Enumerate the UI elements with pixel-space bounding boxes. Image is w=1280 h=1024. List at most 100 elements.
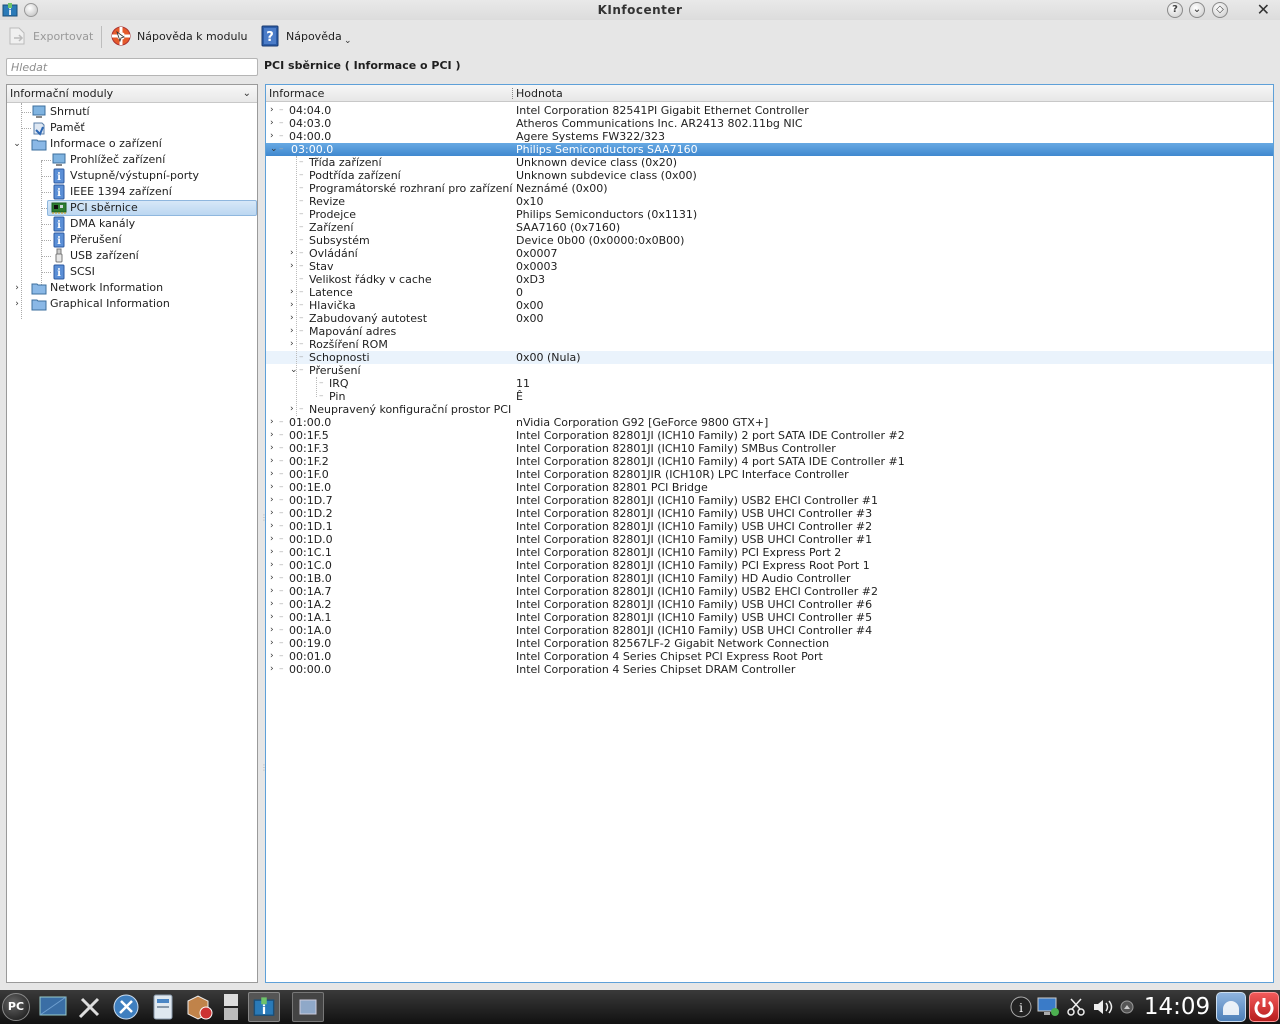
pci-device-row[interactable]: › –00:1F.2 Intel Corporation 82801JI (ICH1… — [266, 455, 1273, 468]
pci-property-row[interactable]: › – Ovládání 0x0007 — [266, 247, 1273, 260]
sidebar-item-pci-bus[interactable]: PCI sběrnice — [47, 200, 257, 216]
chevron-right-icon[interactable]: › — [270, 442, 274, 455]
pci-device-row[interactable]: › –00:1E.0 Intel Corporation 82801 PCI Bri… — [266, 481, 1273, 494]
pci-property-row[interactable]: – Prodejce Philips Semiconductors (0x1131) — [266, 208, 1273, 221]
chevron-right-icon[interactable]: › — [270, 650, 274, 663]
pci-device-row[interactable]: › –04:04.0 Intel Corporation 82541PI Gigab… — [266, 104, 1273, 117]
pci-property-row[interactable]: – Schopnosti 0x00 (Nula) — [266, 351, 1273, 364]
chevron-right-icon[interactable]: › — [270, 546, 274, 559]
network-icon[interactable] — [1036, 996, 1060, 1018]
maximize-icon[interactable]: ◇ — [1212, 2, 1228, 18]
pci-device-row[interactable]: › –00:1F.0 Intel Corporation 82801JIR (ICH… — [266, 468, 1273, 481]
chevron-right-icon[interactable]: › — [270, 585, 274, 598]
chevron-right-icon[interactable]: › — [270, 416, 274, 429]
chevron-right-icon[interactable]: › — [12, 280, 22, 296]
pci-property-row[interactable]: – Zařízení SAA7160 (0x7160) — [266, 221, 1273, 234]
pci-device-row[interactable]: › –00:1C.1 Intel Corporation 82801JI (ICH1… — [266, 546, 1273, 559]
tools-icon[interactable] — [74, 992, 106, 1022]
sidebar-item-graphical[interactable]: Graphical Information — [31, 296, 170, 312]
help-window-icon[interactable]: ? — [1167, 2, 1183, 18]
chevron-right-icon[interactable]: › — [270, 429, 274, 442]
column-header-value[interactable]: Hodnota — [516, 87, 563, 100]
chevron-right-icon[interactable]: › — [12, 296, 22, 312]
settings-icon[interactable] — [110, 992, 142, 1022]
chevron-right-icon[interactable]: › — [270, 663, 274, 676]
sidebar-item-scsi[interactable]: i SCSI — [51, 264, 95, 280]
pci-property-row[interactable]: – Subsystém Device 0b00 (0x0000:0x0B00) — [266, 234, 1273, 247]
clock[interactable]: 14:09 — [1142, 992, 1212, 1022]
chevron-right-icon[interactable]: › — [270, 520, 274, 533]
pci-property-row[interactable]: – Pin Ê — [266, 390, 1273, 403]
close-icon[interactable]: ✕ — [1257, 1, 1270, 19]
chevron-right-icon[interactable]: › — [270, 533, 274, 546]
pci-device-row[interactable]: › –00:19.0 Intel Corporation 82567LF-2 Gig… — [266, 637, 1273, 650]
pci-property-row[interactable]: › – Neupravený konfigurační prostor PCI — [266, 403, 1273, 416]
chevron-right-icon[interactable]: › — [290, 325, 294, 338]
splitter-handle[interactable]: ⋮ — [260, 514, 268, 522]
pci-device-row[interactable]: › –04:00.0 Agere Systems FW322/323 — [266, 130, 1273, 143]
pci-device-row[interactable]: › –00:1A.7 Intel Corporation 82801JI (ICH1… — [266, 585, 1273, 598]
pci-property-row[interactable]: › – Hlavička 0x00 — [266, 299, 1273, 312]
pci-device-row[interactable]: › –00:00.0 Intel Corporation 4 Series Chip… — [266, 663, 1273, 676]
pci-device-row[interactable]: › –04:03.0 Atheros Communications Inc. AR2… — [266, 117, 1273, 130]
file-manager-icon[interactable] — [147, 992, 179, 1022]
sidebar-item-summary[interactable]: Shrnutí — [31, 104, 90, 120]
pci-property-row[interactable]: – Revize 0x10 — [266, 195, 1273, 208]
sidebar-item-memory[interactable]: Paměť — [31, 120, 85, 136]
info-icon[interactable]: i — [1010, 996, 1032, 1018]
chevron-right-icon[interactable]: › — [270, 494, 274, 507]
module-category-combo[interactable]: Informační moduly ⌄ — [7, 85, 257, 103]
chevron-right-icon[interactable]: › — [270, 130, 274, 143]
chevron-right-icon[interactable]: › — [270, 598, 274, 611]
chevron-right-icon[interactable]: › — [290, 299, 294, 312]
pci-property-row[interactable]: – IRQ 11 — [266, 377, 1273, 390]
volume-icon[interactable] — [1092, 997, 1114, 1017]
pci-device-row[interactable]: › –00:1A.2 Intel Corporation 82801JI (ICH1… — [266, 598, 1273, 611]
pci-device-row[interactable]: › –00:1D.7 Intel Corporation 82801JI (ICH1… — [266, 494, 1273, 507]
pci-property-row[interactable]: › – Mapování adres — [266, 325, 1273, 338]
chevron-right-icon[interactable]: › — [270, 507, 274, 520]
pci-property-row[interactable]: – Podtřída zařízení Unknown subdevice clas… — [266, 169, 1273, 182]
scissors-icon[interactable] — [1066, 997, 1086, 1017]
chevron-right-icon[interactable]: › — [270, 468, 274, 481]
export-button[interactable]: Exportovat — [6, 24, 93, 48]
sidebar-item-usb[interactable]: USB zařízení — [51, 248, 139, 264]
sidebar-item-device-info[interactable]: Informace o zařízení — [31, 136, 162, 152]
task-window[interactable] — [292, 992, 324, 1022]
pci-property-row[interactable]: › – Stav 0x0003 — [266, 260, 1273, 273]
launcher-button[interactable]: PC — [0, 992, 32, 1022]
pci-device-row[interactable]: › –00:1C.0 Intel Corporation 82801JI (ICH1… — [266, 559, 1273, 572]
chevron-up-icon[interactable] — [1120, 1000, 1134, 1014]
pci-device-row[interactable]: › –00:1D.2 Intel Corporation 82801JI (ICH1… — [266, 507, 1273, 520]
column-separator[interactable] — [512, 88, 513, 99]
splitter-handle[interactable]: ⋮ — [260, 764, 268, 772]
shutdown-icon[interactable] — [1249, 992, 1279, 1022]
desktop-icon[interactable] — [37, 992, 69, 1022]
sidebar-item-device-viewer[interactable]: Prohlížeč zařízení — [51, 152, 165, 168]
chevron-right-icon[interactable]: › — [270, 455, 274, 468]
lock-screen-icon[interactable] — [1216, 992, 1246, 1022]
pci-property-row[interactable]: – Programátorské rozhraní pro zařízení Nez… — [266, 182, 1273, 195]
package-manager-icon[interactable] — [183, 992, 215, 1022]
chevron-right-icon[interactable]: › — [270, 117, 274, 130]
pci-device-row[interactable]: › –00:1A.0 Intel Corporation 82801JI (ICH1… — [266, 624, 1273, 637]
help-menu-button[interactable]: ? Nápověda — [259, 24, 342, 48]
pci-property-row[interactable]: – Velikost řádky v cache 0xD3 — [266, 273, 1273, 286]
sidebar-item-network[interactable]: Network Information — [31, 280, 163, 296]
stacked-windows-icon[interactable] — [215, 992, 247, 1022]
chevron-right-icon[interactable]: › — [290, 312, 294, 325]
chevron-right-icon[interactable]: › — [290, 247, 294, 260]
module-help-button[interactable]: Nápověda k modulu — [110, 24, 247, 48]
pci-property-row[interactable]: › – Rozšíření ROM — [266, 338, 1273, 351]
pci-device-row[interactable]: › –00:1D.1 Intel Corporation 82801JI (ICH1… — [266, 520, 1273, 533]
pci-device-row[interactable]: › –00:1A.1 Intel Corporation 82801JI (ICH1… — [266, 611, 1273, 624]
column-header-info[interactable]: Informace — [269, 87, 324, 100]
sidebar-item-interrupts[interactable]: i Přerušení — [51, 232, 122, 248]
pci-property-row[interactable]: – Třída zařízení Unknown device class (0x2… — [266, 156, 1273, 169]
pci-device-row[interactable]: › –00:1F.3 Intel Corporation 82801JI (ICH1… — [266, 442, 1273, 455]
pci-device-row[interactable]: › –00:01.0 Intel Corporation 4 Series Chip… — [266, 650, 1273, 663]
chevron-right-icon[interactable]: › — [270, 611, 274, 624]
chevron-right-icon[interactable]: › — [290, 286, 294, 299]
chevron-right-icon[interactable]: › — [270, 481, 274, 494]
pci-device-row[interactable]: › –01:00.0 nVidia Corporation G92 [GeForce… — [266, 416, 1273, 429]
